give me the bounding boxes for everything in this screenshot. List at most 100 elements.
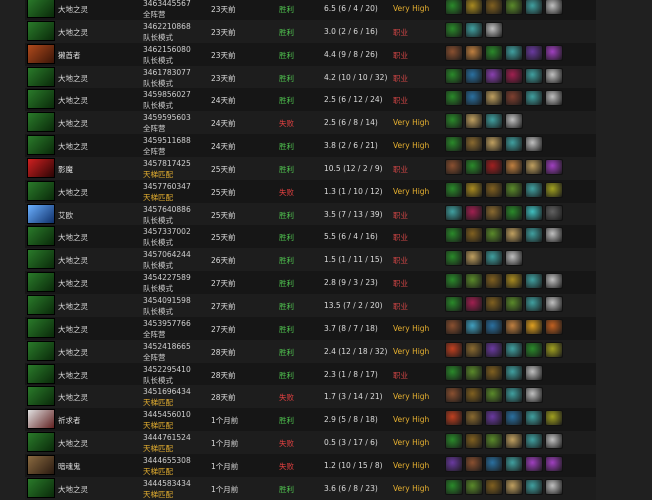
- match-row[interactable]: 大地之灵 3452295410 队长模式 28天前 胜利 2.3 (1 / 8 / 17)…: [25, 362, 596, 386]
- item-icon[interactable]: [445, 204, 463, 221]
- item-icon[interactable]: [485, 455, 503, 472]
- item-icon[interactable]: [525, 478, 543, 495]
- match-row[interactable]: 暗魂鬼 3444655308 天梯匹配 1个月前 失败 1.2 (10 / 15 / 8)…: [25, 453, 596, 477]
- hero-portrait-icon[interactable]: [27, 112, 55, 133]
- item-icon[interactable]: [505, 318, 523, 335]
- item-icon[interactable]: [445, 295, 463, 312]
- item-icon[interactable]: [465, 410, 483, 427]
- item-icon[interactable]: [505, 0, 523, 15]
- item-icon[interactable]: [485, 410, 503, 427]
- item-icon[interactable]: [485, 318, 503, 335]
- item-icon[interactable]: [465, 341, 483, 358]
- item-icon[interactable]: [545, 90, 563, 107]
- match-id[interactable]: 3459511688: [143, 136, 191, 145]
- item-icon[interactable]: [525, 341, 543, 358]
- hero-name[interactable]: 大地之灵: [58, 95, 88, 106]
- item-icon[interactable]: [465, 0, 483, 15]
- item-icon[interactable]: [445, 227, 463, 244]
- match-id[interactable]: 3457337002: [143, 227, 191, 236]
- item-icon[interactable]: [485, 227, 503, 244]
- hero-name[interactable]: 獭酋者: [58, 50, 81, 61]
- item-icon[interactable]: [505, 44, 523, 61]
- item-icon[interactable]: [545, 478, 563, 495]
- item-icon[interactable]: [485, 44, 503, 61]
- match-row[interactable]: 大地之灵 3453957766 全阵营 27天前 胜利 3.7 (8 / 7 / 18) V…: [25, 316, 596, 340]
- item-icon[interactable]: [445, 410, 463, 427]
- match-id[interactable]: 3459856027: [143, 90, 191, 99]
- item-icon[interactable]: [485, 273, 503, 290]
- item-icon[interactable]: [445, 181, 463, 198]
- item-icon[interactable]: [485, 90, 503, 107]
- item-icon[interactable]: [465, 136, 483, 153]
- item-icon[interactable]: [445, 0, 463, 15]
- hero-name[interactable]: 大地之灵: [58, 370, 88, 381]
- item-icon[interactable]: [465, 181, 483, 198]
- item-icon[interactable]: [465, 433, 483, 450]
- item-icon[interactable]: [445, 455, 463, 472]
- item-icon[interactable]: [525, 181, 543, 198]
- item-icon[interactable]: [445, 364, 463, 381]
- hero-name[interactable]: 大地之灵: [58, 324, 88, 335]
- match-id[interactable]: 3459595603: [143, 113, 191, 122]
- item-icon[interactable]: [485, 387, 503, 404]
- match-row[interactable]: 大地之灵 3459856027 队长模式 24天前 胜利 2.5 (6 / 12 / 24…: [25, 88, 596, 112]
- item-icon[interactable]: [465, 90, 483, 107]
- item-icon[interactable]: [525, 387, 543, 404]
- item-icon[interactable]: [505, 158, 523, 175]
- item-icon[interactable]: [545, 67, 563, 84]
- item-icon[interactable]: [525, 273, 543, 290]
- hero-portrait-icon[interactable]: [27, 135, 55, 156]
- item-icon[interactable]: [465, 273, 483, 290]
- item-icon[interactable]: [545, 410, 563, 427]
- hero-portrait-icon[interactable]: [27, 89, 55, 110]
- match-id[interactable]: 3462210868: [143, 22, 191, 31]
- hero-name[interactable]: 大地之灵: [58, 232, 88, 243]
- match-id[interactable]: 3457817425: [143, 159, 191, 168]
- item-icon[interactable]: [505, 250, 523, 267]
- item-icon[interactable]: [445, 341, 463, 358]
- match-row[interactable]: 大地之灵 3451696434 天梯匹配 28天前 失败 1.7 (3 / 14 / 21…: [25, 385, 596, 409]
- match-id[interactable]: 3462156080: [143, 45, 191, 54]
- hero-portrait-icon[interactable]: [27, 157, 55, 178]
- item-icon[interactable]: [465, 250, 483, 267]
- hero-portrait-icon[interactable]: [27, 294, 55, 315]
- hero-name[interactable]: 大地之灵: [58, 187, 88, 198]
- match-row[interactable]: 大地之灵 3462210868 队长模式 23天前 胜利 3.0 (2 / 6 / 16)…: [25, 19, 596, 43]
- match-row[interactable]: 大地之灵 3444583434 天梯匹配 1个月前 胜利 3.6 (6 / 8 / 23)…: [25, 476, 596, 500]
- item-icon[interactable]: [545, 433, 563, 450]
- item-icon[interactable]: [445, 21, 463, 38]
- hero-portrait-icon[interactable]: [27, 454, 55, 475]
- hero-portrait-icon[interactable]: [27, 317, 55, 338]
- hero-portrait-icon[interactable]: [27, 409, 55, 430]
- match-id[interactable]: 3457640886: [143, 205, 191, 214]
- match-row[interactable]: 大地之灵 3454091598 队长模式 27天前 胜利 13.5 (7 / 2 / 20…: [25, 293, 596, 317]
- item-icon[interactable]: [545, 227, 563, 244]
- item-icon[interactable]: [545, 318, 563, 335]
- hero-portrait-icon[interactable]: [27, 363, 55, 384]
- item-icon[interactable]: [525, 295, 543, 312]
- item-icon[interactable]: [505, 387, 523, 404]
- item-icon[interactable]: [505, 341, 523, 358]
- match-row[interactable]: 大地之灵 3459511688 全阵营 24天前 胜利 3.8 (2 / 6 / 21) V…: [25, 134, 596, 157]
- match-id[interactable]: 3454227589: [143, 273, 191, 282]
- match-id[interactable]: 3452295410: [143, 365, 191, 374]
- item-icon[interactable]: [465, 227, 483, 244]
- item-icon[interactable]: [465, 387, 483, 404]
- hero-portrait-icon[interactable]: [27, 43, 55, 64]
- hero-portrait-icon[interactable]: [27, 386, 55, 407]
- match-id[interactable]: 3461783077: [143, 68, 191, 77]
- item-icon[interactable]: [485, 0, 503, 15]
- hero-name[interactable]: 大地之灵: [58, 392, 88, 403]
- hero-name[interactable]: 大地之灵: [58, 484, 88, 495]
- item-icon[interactable]: [445, 158, 463, 175]
- match-row[interactable]: 大地之灵 3457337002 队长模式 25天前 胜利 5.5 (6 / 4 / 16)…: [25, 225, 596, 249]
- item-icon[interactable]: [545, 0, 563, 15]
- item-icon[interactable]: [505, 204, 523, 221]
- item-icon[interactable]: [465, 158, 483, 175]
- hero-portrait-icon[interactable]: [27, 180, 55, 201]
- item-icon[interactable]: [525, 227, 543, 244]
- item-icon[interactable]: [485, 341, 503, 358]
- item-icon[interactable]: [465, 478, 483, 495]
- item-icon[interactable]: [505, 181, 523, 198]
- item-icon[interactable]: [485, 158, 503, 175]
